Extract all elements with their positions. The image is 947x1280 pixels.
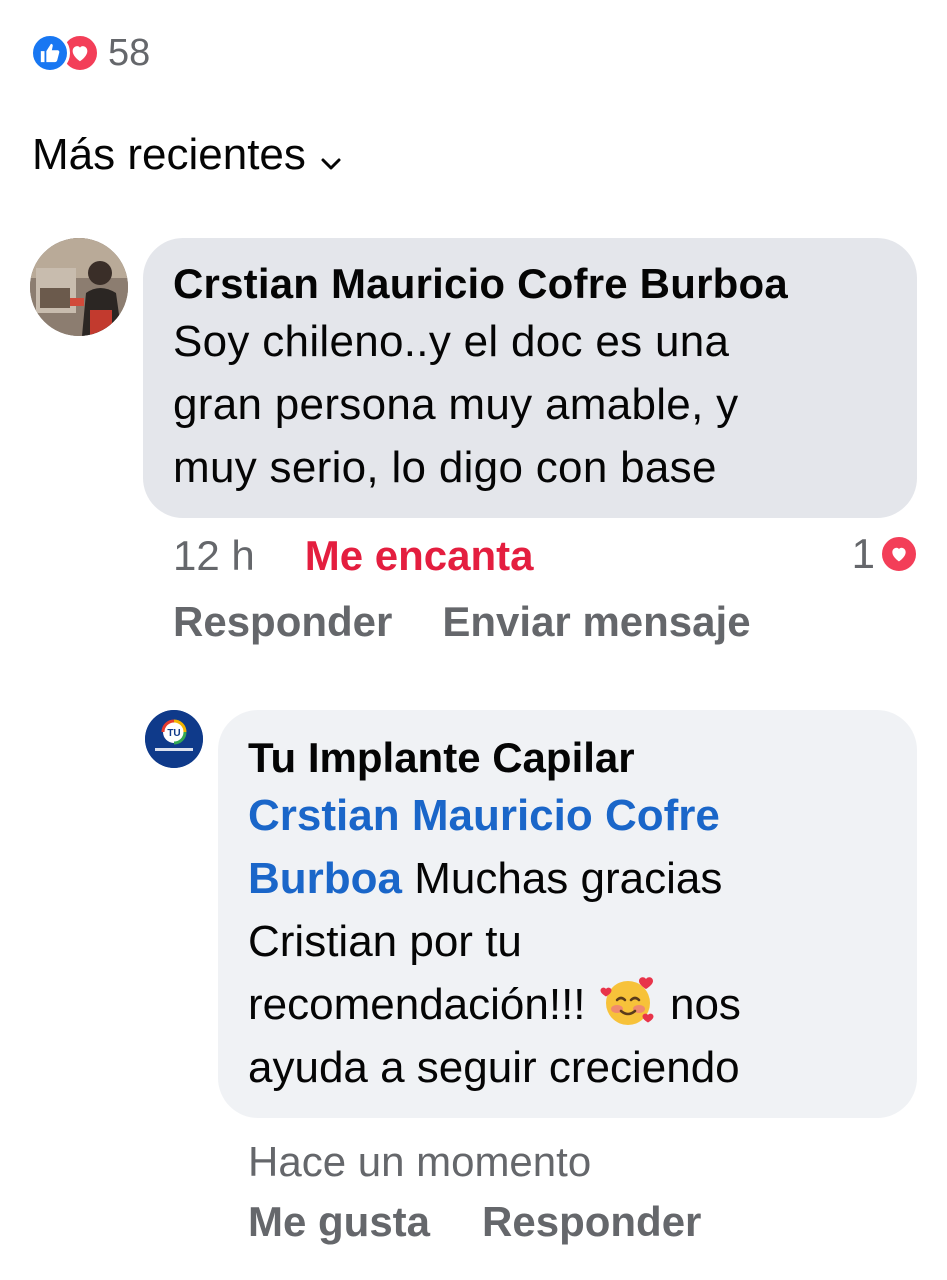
smiling-face-with-hearts-icon [598, 975, 658, 1027]
comment-time[interactable]: 12 h [173, 532, 255, 580]
brand-logo: TU [145, 710, 203, 768]
reply-text: Muchas gracias [402, 854, 723, 903]
like-button[interactable]: Me gusta [248, 1198, 430, 1246]
comment-text-line: muy serio, lo digo con base [173, 443, 717, 492]
mention-link[interactable]: Crstian Mauricio Cofre [248, 791, 720, 840]
page-avatar[interactable]: TU [145, 710, 203, 768]
svg-text:TU: TU [167, 728, 180, 739]
comment-text-line: gran persona muy amable, y [173, 380, 739, 429]
love-count: 1 [851, 530, 875, 577]
avatar[interactable] [30, 238, 128, 336]
reply-text-line: ayuda a seguir creciendo [248, 1043, 740, 1092]
sort-label: Más recientes [32, 130, 306, 179]
reply-button[interactable]: Responder [482, 1198, 701, 1246]
reply-text: recomendación!!! [248, 980, 598, 1029]
reply-bubble: Tu Implante Capilar Crstian Mauricio Cof… [218, 710, 917, 1118]
comment-author[interactable]: Crstian Mauricio Cofre Burboa [173, 258, 887, 310]
reply-time[interactable]: Hace un momento [248, 1138, 591, 1186]
comment-reaction-count[interactable]: 1 [852, 530, 919, 578]
comment-actions: Responder Enviar mensaje [173, 598, 751, 646]
reply-button[interactable]: Responder [173, 598, 392, 646]
comment-bubble: Crstian Mauricio Cofre Burboa Soy chilen… [143, 238, 917, 518]
comment-text-line: Soy chileno..y el doc es una [173, 317, 730, 366]
reaction-count: 58 [108, 31, 151, 74]
comment-meta: 12 h Me encanta [173, 532, 534, 580]
reply-text-line: Cristian por tu [248, 917, 522, 966]
reply-text: nos [657, 980, 741, 1029]
reply-text-line: Crstian Mauricio Cofre [248, 784, 887, 847]
reply-text-line: recomendación!!! nos [248, 973, 887, 1036]
like-icon [30, 33, 70, 73]
love-icon [879, 534, 919, 574]
profile-photo [30, 238, 128, 336]
reaction-summary[interactable]: 58 [30, 30, 150, 76]
sort-dropdown[interactable]: Más recientes [32, 128, 342, 182]
reply-text-line: Burboa Muchas gracias [248, 847, 887, 910]
chevron-down-icon [320, 132, 342, 182]
reply-actions: Me gusta Responder [248, 1198, 701, 1246]
reaction-button[interactable]: Me encanta [305, 532, 534, 580]
send-message-button[interactable]: Enviar mensaje [442, 598, 750, 646]
mention-link[interactable]: Burboa [248, 854, 402, 903]
reply-author[interactable]: Tu Implante Capilar [248, 732, 887, 784]
